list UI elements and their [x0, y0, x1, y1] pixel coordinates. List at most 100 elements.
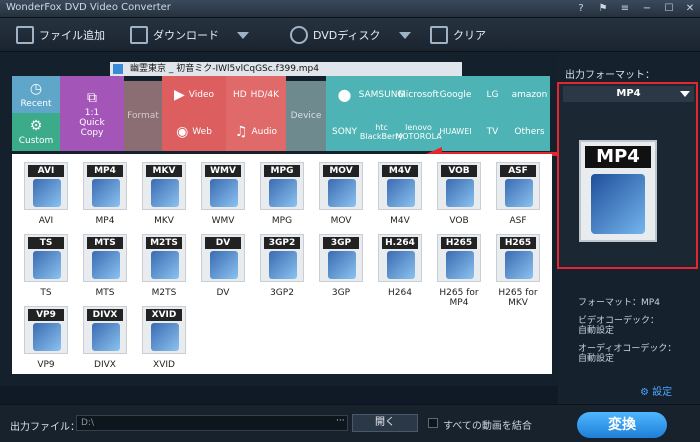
brand-lenovo-motorola[interactable]: lenovo MOTOROLA — [395, 113, 441, 150]
file-list-item[interactable]: 幽霊東京 _ 初音ミク-IWl5vlCqGSc.f399.mp4 — [110, 62, 462, 76]
format-vob[interactable]: VOB VOB — [431, 158, 487, 230]
brand-samsung[interactable]: SAMSUNG — [359, 76, 405, 113]
format-icon-label: VP9 — [28, 309, 64, 321]
dvd-disc-label: DVDディスク — [313, 29, 381, 42]
format-mp4[interactable]: MP4 MP4 — [77, 158, 133, 230]
format-icon-label: H.264 — [382, 237, 418, 249]
format-name: ASF — [509, 216, 527, 226]
output-format-box: MP4 MP4 — [557, 82, 698, 269]
format-icon-label: ASF — [500, 165, 536, 177]
format-3gp2[interactable]: 3GP2 3GP2 — [254, 230, 310, 302]
format-name: M4V — [390, 216, 410, 226]
download-dropdown-icon[interactable] — [237, 31, 249, 39]
format-vp9[interactable]: VP9 VP9 — [18, 302, 74, 374]
brand-huawei[interactable]: HUAWEI — [437, 113, 474, 150]
format-dv[interactable]: DV DV — [195, 230, 251, 302]
tab-device-label: Device — [290, 111, 322, 121]
format-icon-label: AVI — [28, 165, 64, 177]
category-hd4k[interactable]: HD HD/4K — [226, 76, 286, 113]
convert-button[interactable]: 変換 — [577, 412, 667, 438]
format-h264[interactable]: H.264 H264 — [372, 230, 428, 302]
format-icon-label: MKV — [146, 165, 182, 177]
video-codec-value: 自動設定 — [578, 326, 615, 336]
gift-icon[interactable]: ⚑ — [595, 2, 611, 15]
dvd-dropdown-icon[interactable] — [398, 31, 411, 39]
output-format-preview-icon[interactable]: MP4 — [579, 140, 657, 242]
category-custom[interactable]: ⚙ Custom — [12, 113, 60, 151]
category-web-label: Web — [192, 127, 212, 137]
m4v-icon: M4V — [378, 162, 422, 210]
format-icon-label: M2TS — [146, 237, 182, 249]
file-checkbox[interactable] — [113, 64, 123, 74]
format-m2ts[interactable]: M2TS M2TS — [136, 230, 192, 302]
settings-label: 設定 — [652, 387, 673, 398]
close-icon[interactable]: ✕ — [682, 2, 698, 15]
brand-amazon[interactable]: amazon — [511, 76, 548, 113]
format-wmv[interactable]: WMV WMV — [195, 158, 251, 230]
download-button[interactable]: ダウンロード — [130, 23, 249, 47]
merge-checkbox[interactable] — [428, 418, 438, 428]
format-h265-mkv[interactable]: H265 H265 for MKV — [490, 230, 546, 308]
format-ts[interactable]: TS TS — [18, 230, 74, 302]
format-m4v[interactable]: M4V M4V — [372, 158, 428, 230]
category-video-label: Video — [188, 89, 214, 100]
h264-icon: H.264 — [378, 234, 422, 282]
merge-label: すべての動画を結合 — [443, 421, 532, 432]
tab-format[interactable]: Format — [124, 81, 162, 151]
category-audio[interactable]: ♫ Audio — [226, 113, 286, 151]
format-mts[interactable]: MTS MTS — [77, 230, 133, 302]
wmv-icon: WMV — [201, 162, 245, 210]
brand-sony[interactable]: SONY — [326, 113, 363, 150]
category-recent-label: Recent — [20, 98, 52, 109]
format-icon-label: XVID — [146, 309, 182, 321]
file-name: 幽霊東京 _ 初音ミク-IWl5vlCqGSc.f399.mp4 — [130, 64, 319, 74]
maximize-icon[interactable]: ☐ — [661, 2, 677, 15]
minimize-icon[interactable]: − — [639, 2, 655, 15]
output-path-field[interactable]: D:\ — [76, 415, 348, 431]
format-asf[interactable]: ASF ASF — [490, 158, 546, 230]
open-folder-button[interactable]: 開く — [352, 414, 418, 432]
gear-icon: ⚙ — [640, 387, 653, 398]
category-web[interactable]: ◉ Web — [162, 113, 226, 151]
output-format-select[interactable]: MP4 — [563, 86, 694, 102]
format-mov[interactable]: MOV MOV — [313, 158, 369, 230]
output-format-preview-label: MP4 — [585, 146, 651, 168]
category-quick-copy[interactable]: ⧉ 1:1 Quick Copy — [60, 76, 124, 151]
clear-button[interactable]: クリア — [430, 23, 486, 47]
category-quick-copy-label: 1:1 Quick Copy — [79, 107, 105, 138]
format-divx[interactable]: DIVX DIVX — [77, 302, 133, 374]
help-icon[interactable]: ? — [573, 2, 589, 15]
hd-icon: HD — [232, 89, 247, 100]
tab-device[interactable]: Device — [286, 81, 326, 151]
format-name: XVID — [153, 360, 175, 370]
format-3gp[interactable]: 3GP 3GP — [313, 230, 369, 302]
brand-google[interactable]: Google — [437, 76, 474, 113]
web-icon: ◉ — [176, 124, 189, 140]
format-icon-label: 3GP — [323, 237, 359, 249]
format-h265-mp4[interactable]: H265 H265 for MP4 — [431, 230, 487, 308]
category-custom-label: Custom — [18, 136, 54, 146]
category-recent[interactable]: ◷ Recent — [12, 76, 60, 113]
brand-others[interactable]: Others — [511, 113, 548, 150]
menu-icon[interactable]: ≡ — [617, 2, 633, 15]
add-files-button[interactable]: ファイル追加 — [16, 23, 105, 47]
dv-icon: DV — [201, 234, 245, 282]
brand-microsoft[interactable]: Microsoft — [398, 76, 439, 113]
format-icon-label: MP4 — [87, 165, 123, 177]
format-mpg[interactable]: MPG MPG — [254, 158, 310, 230]
brand-apple[interactable]: ● — [326, 76, 363, 113]
category-video[interactable]: ▶ Video — [162, 76, 226, 113]
dvd-disc-button[interactable]: DVDディスク — [290, 23, 411, 47]
format-icon-label: MTS — [87, 237, 123, 249]
brand-tv[interactable]: TV — [474, 113, 511, 150]
mp4-icon: MP4 — [83, 162, 127, 210]
format-avi[interactable]: AVI AVI — [18, 158, 74, 230]
download-icon — [130, 26, 148, 44]
brand-lg[interactable]: LG — [474, 76, 511, 113]
format-xvid[interactable]: XVID XVID — [136, 302, 192, 374]
format-name: H265 for MKV — [498, 288, 538, 308]
chevron-down-icon — [680, 91, 690, 97]
settings-button[interactable]: ⚙ 設定 — [640, 383, 672, 398]
browse-button[interactable]: ··· — [336, 416, 345, 426]
format-mkv[interactable]: MKV MKV — [136, 158, 192, 230]
